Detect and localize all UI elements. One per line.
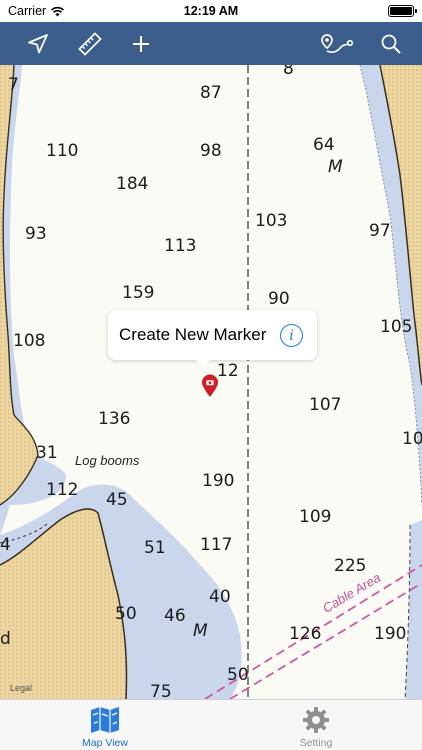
- marker-callout[interactable]: Create New Marker i: [108, 310, 317, 360]
- depth-sounding: 45: [106, 490, 128, 510]
- route-button[interactable]: [316, 22, 356, 65]
- add-marker-button[interactable]: [121, 22, 161, 65]
- depth-sounding: 90: [268, 289, 290, 309]
- depth-sounding: 136: [98, 409, 131, 429]
- route-icon: [321, 33, 354, 53]
- status-time: 12:19 AM: [183, 4, 239, 18]
- depth-sounding: 98: [200, 141, 222, 161]
- search-icon: [381, 34, 401, 54]
- tab-map-view[interactable]: Map View: [50, 700, 160, 750]
- depth-sounding: 103: [255, 211, 288, 231]
- location-arrow-icon: [28, 33, 48, 53]
- depth-sounding: 10: [402, 429, 422, 449]
- callout-tail: [195, 359, 211, 367]
- depth-sounding: 50: [115, 604, 137, 624]
- callout-title: Create New Marker: [119, 325, 267, 344]
- depth-sounding: 50: [227, 665, 249, 685]
- log-booms-label: Log booms: [75, 453, 140, 468]
- plus-icon: [133, 35, 149, 52]
- map-pin-icon[interactable]: [201, 374, 219, 398]
- depth-sounding: 97: [369, 221, 391, 241]
- battery-icon: [388, 5, 417, 17]
- depth-sounding: 31: [36, 443, 58, 463]
- depth-sounding: 64: [313, 135, 335, 155]
- map-icon: [91, 707, 119, 733]
- depth-sounding: 117: [200, 535, 233, 555]
- depth-sounding: 190: [374, 624, 407, 644]
- depth-sounding: 8: [283, 65, 294, 79]
- depth-sounding: 184: [116, 174, 149, 194]
- depth-sounding: 40: [209, 587, 231, 607]
- search-button[interactable]: [371, 22, 411, 65]
- gear-icon: [303, 707, 329, 733]
- depth-sounding: 159: [122, 283, 155, 303]
- depth-sounding: 225: [334, 556, 367, 576]
- tab-map-view-label: Map View: [82, 737, 128, 749]
- depth-sounding: 51: [144, 538, 166, 558]
- info-icon: i: [289, 327, 294, 344]
- depth-sounding: 87: [200, 83, 222, 103]
- depth-sounding: 112: [46, 480, 79, 500]
- depth-sounding: 75: [150, 682, 172, 699]
- depth-sounding: 190: [202, 471, 235, 491]
- depth-sounding: d: [0, 629, 11, 649]
- depth-sounding: 46: [164, 606, 186, 626]
- depth-sounding: 126: [289, 624, 322, 644]
- measure-button[interactable]: [70, 22, 110, 65]
- depth-sounding: 12: [217, 361, 239, 381]
- tab-bar: Map View Setting: [0, 699, 422, 750]
- tab-setting[interactable]: Setting: [261, 700, 371, 750]
- info-button[interactable]: i: [280, 324, 303, 347]
- depth-sounding: 105: [380, 317, 413, 337]
- top-toolbar: [0, 22, 422, 65]
- depth-sounding: 109: [299, 507, 332, 527]
- locate-button[interactable]: [18, 22, 58, 65]
- legal-link[interactable]: Legal: [10, 683, 32, 693]
- depth-sounding: 4: [0, 535, 11, 555]
- depth-sounding: M: [193, 621, 208, 641]
- ruler-icon: [78, 31, 102, 56]
- tab-setting-label: Setting: [299, 737, 333, 749]
- status-bar: Carrier 12:19 AM: [0, 0, 422, 22]
- depth-sounding: 93: [25, 224, 47, 244]
- depth-sounding: M: [328, 157, 343, 177]
- depth-sounding: 110: [46, 141, 79, 161]
- depth-sounding: 7: [8, 75, 19, 95]
- depth-sounding: 107: [309, 395, 342, 415]
- depth-sounding: 108: [13, 331, 46, 351]
- depth-sounding: 113: [164, 236, 197, 256]
